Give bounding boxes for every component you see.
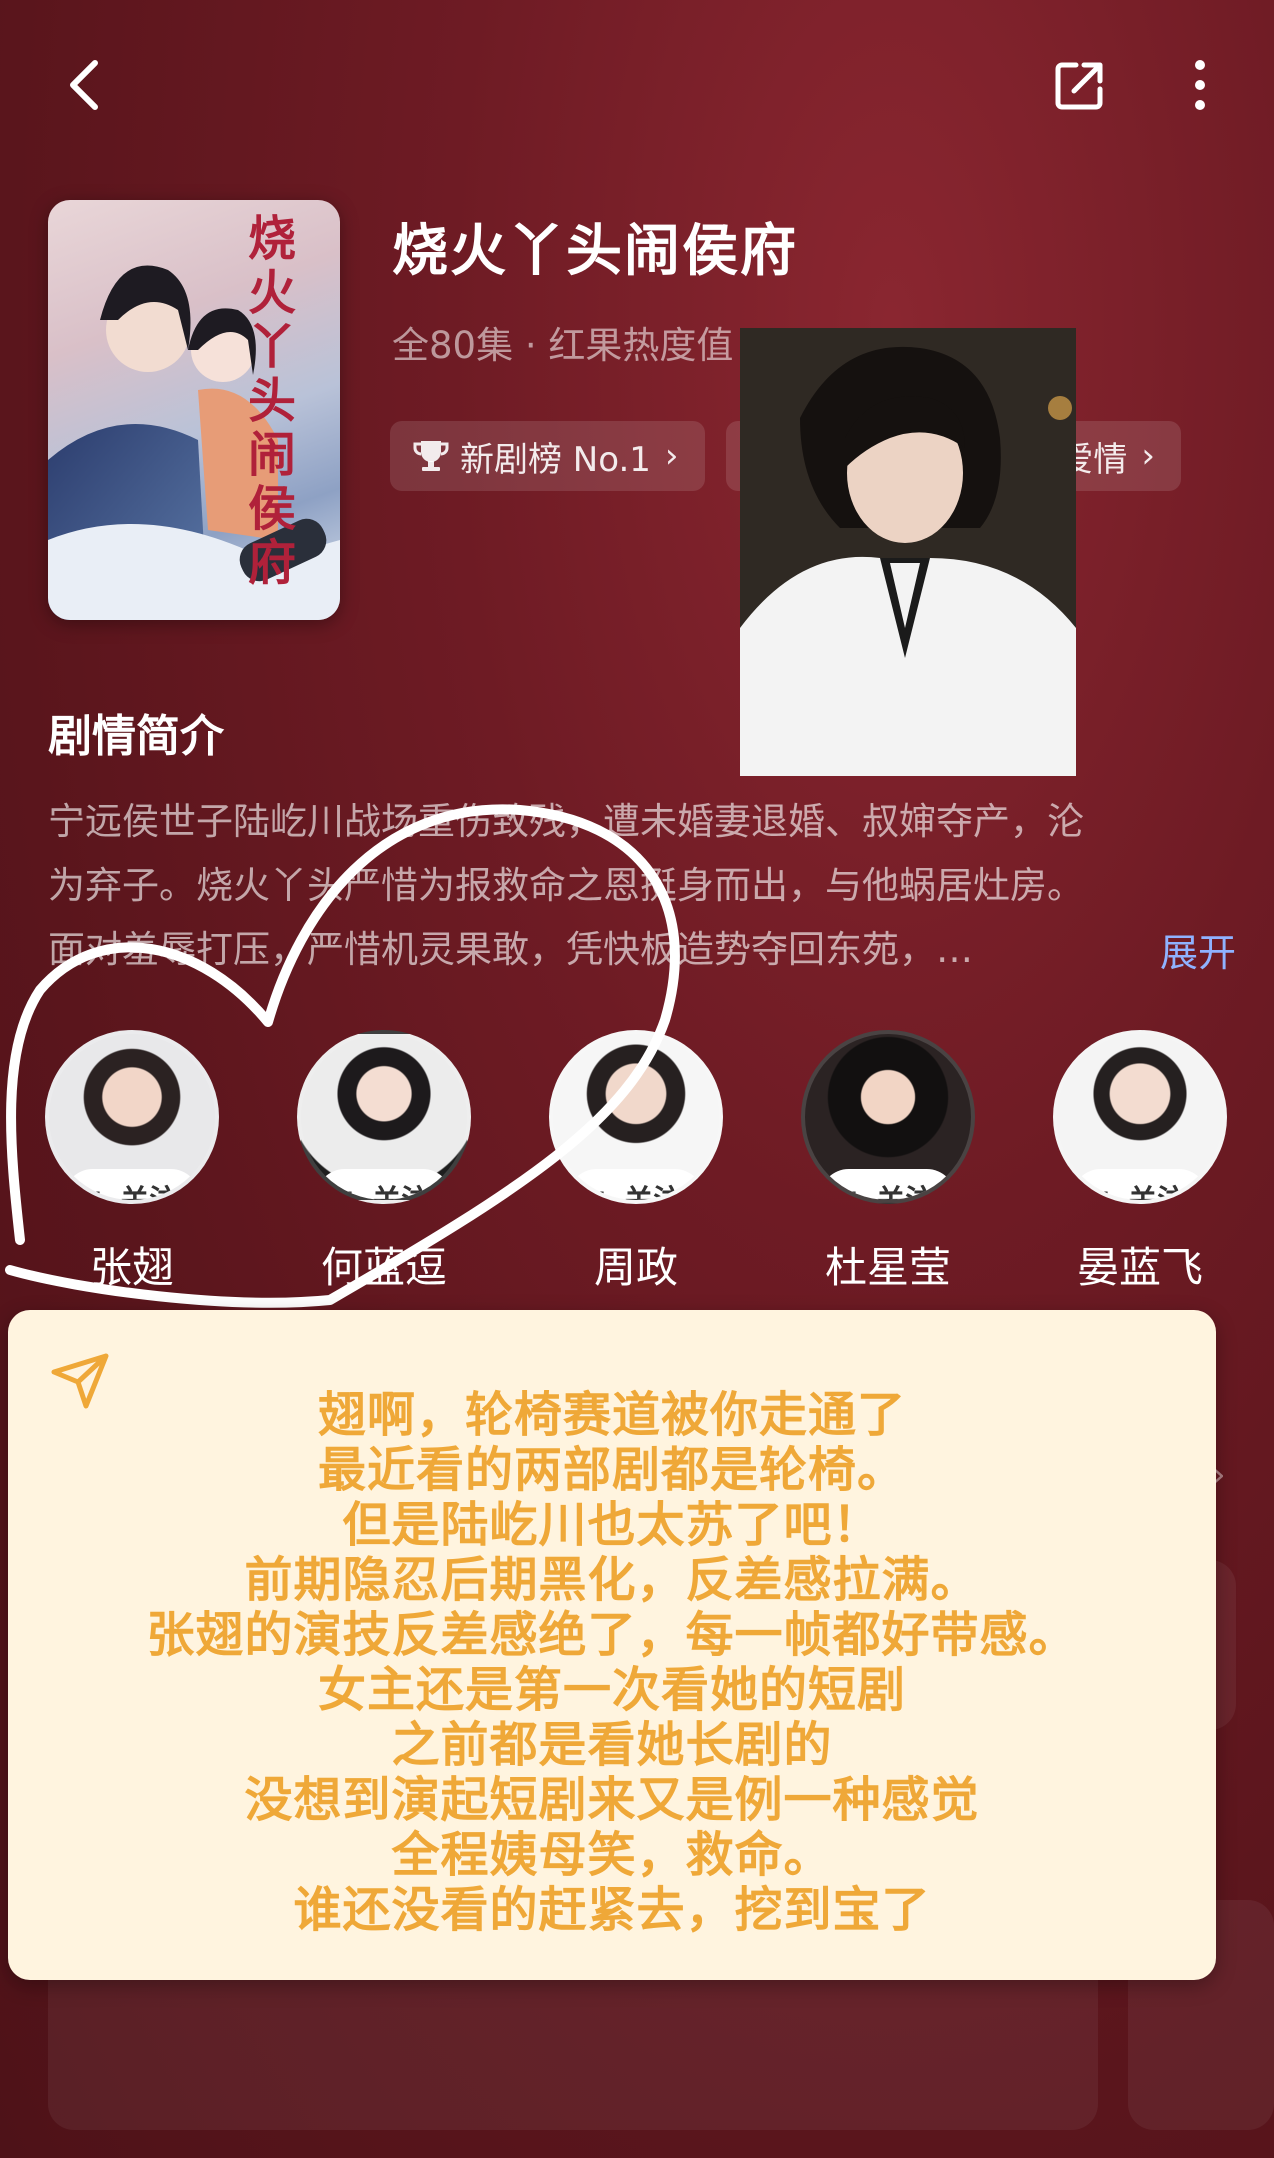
note-text: 翅啊，轮椅赛道被你走通了 最近看的两部剧都是轮椅。 但是陆屹川也太苏了吧！ 前期…: [8, 1388, 1216, 1938]
drama-cover[interactable]: 烧火丫头闹侯府: [48, 200, 340, 620]
ranking-chip[interactable]: 新剧榜 No.1 ›: [390, 421, 705, 491]
cast-name: 晏蓝飞: [1076, 1243, 1203, 1292]
note-line: 最近看的两部剧都是轮椅。: [317, 1442, 906, 1498]
note-line: 翅啊，轮椅赛道被你走通了: [317, 1387, 906, 1443]
drama-meta: 全80集 · 红果热度值: [392, 324, 734, 367]
note-line: 全程姨母笑，救命。: [391, 1827, 833, 1883]
cast-member[interactable]: + 关注 杜星莹: [798, 1030, 978, 1295]
more-vertical-icon: [1195, 60, 1205, 110]
chevron-right-icon: ›: [664, 436, 679, 476]
comment-note: 翅啊，轮椅赛道被你走通了 最近看的两部剧都是轮椅。 但是陆屹川也太苏了吧！ 前期…: [8, 1310, 1216, 1980]
note-line: 女主还是第一次看她的短剧: [317, 1662, 906, 1718]
follow-button[interactable]: + 关注: [819, 1169, 957, 1200]
drama-title: 烧火丫头闹侯府: [392, 219, 798, 284]
cast-member[interactable]: + 关注 晏蓝飞: [1050, 1030, 1230, 1295]
trophy-icon: [413, 441, 449, 471]
cover-title: 烧火丫头闹侯府: [248, 211, 297, 591]
synopsis-heading: 剧情简介: [48, 711, 224, 762]
avatar: + 关注: [801, 1030, 975, 1204]
actor-photo: [740, 328, 1076, 776]
share-icon: [1055, 62, 1103, 110]
expand-button[interactable]: 展开: [1160, 922, 1236, 977]
heart-doodle: [5, 804, 680, 1308]
avatar: + 关注: [1053, 1030, 1227, 1204]
chevron-right-icon[interactable]: ›: [1212, 1455, 1226, 1495]
share-button[interactable]: [1035, 40, 1125, 130]
note-line: 张翅的演技反差感绝了，每一帧都好带感。: [146, 1607, 1078, 1663]
ranking-chip-label: 新剧榜 No.1: [460, 439, 651, 480]
note-line: 谁还没看的赶紧去，挖到宝了: [293, 1882, 931, 1938]
chevron-right-icon: ›: [1141, 436, 1155, 476]
note-line: 但是陆屹川也太苏了吧！: [342, 1497, 882, 1553]
note-line: 前期隐忍后期黑化，反差感拉满。: [244, 1552, 980, 1608]
cast-name: 杜星莹: [824, 1243, 951, 1292]
chevron-left-icon: [70, 60, 98, 110]
follow-button[interactable]: + 关注: [1071, 1169, 1209, 1200]
more-button[interactable]: [1155, 40, 1245, 130]
note-line: 之前都是看她长剧的: [391, 1717, 833, 1773]
back-button[interactable]: [40, 40, 130, 130]
note-line: 没想到演起短剧来又是例一种感觉: [244, 1772, 980, 1828]
